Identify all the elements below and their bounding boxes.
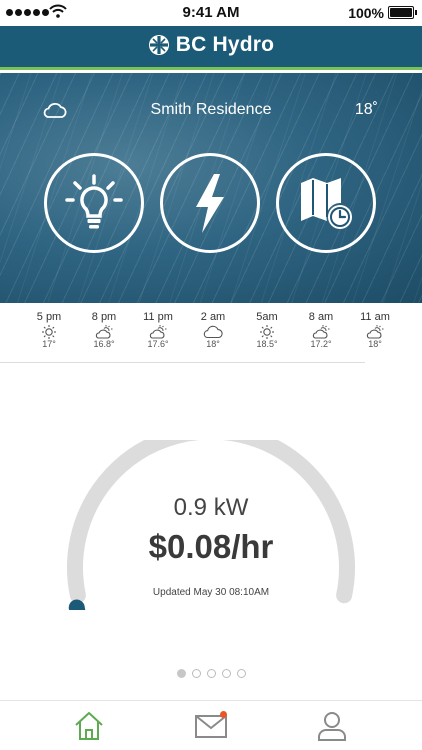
forecast-temp: 18° [368, 339, 382, 349]
lighting-button[interactable] [44, 153, 144, 253]
updated-timestamp: Updated May 30 08:10AM [152, 587, 270, 598]
page-dot-active[interactable] [176, 669, 186, 678]
forecast-item: 8 am 17.2° [296, 311, 346, 349]
tab-messages[interactable] [194, 709, 228, 743]
outage-map-button[interactable] [276, 153, 376, 253]
power-button[interactable] [160, 153, 260, 253]
tab-profile[interactable] [315, 709, 349, 743]
lightning-bolt-icon [196, 174, 224, 233]
profile-icon [318, 712, 346, 741]
home-icon [75, 712, 103, 740]
current-temperature: 18˚ [354, 101, 378, 118]
forecast-temp: 17° [42, 339, 56, 349]
page-indicator [0, 669, 422, 678]
forecast-time: 5 pm [36, 311, 62, 323]
forecast-item: 5 pm 17° [24, 311, 74, 349]
cost-per-hour: $0.08/hr [148, 528, 274, 565]
bc-hydro-logo-icon [148, 35, 169, 55]
forecast-temp: 18° [206, 339, 220, 349]
partly-cloudy-icon [312, 325, 330, 339]
gauge-arc [67, 440, 355, 610]
partly-cloudy-icon [149, 325, 167, 339]
hourly-forecast: 5 pm 17° 8 pm 16.8° 11 pm 17.6° 2 am 18° [0, 303, 422, 365]
lightbulb-icon [65, 174, 123, 229]
tab-home[interactable] [72, 709, 106, 743]
forecast-divider [0, 362, 365, 363]
forecast-time: 5am [256, 311, 278, 323]
partly-cloudy-icon [366, 325, 384, 339]
gauge-fill [68, 599, 86, 610]
sun-icon [260, 325, 274, 339]
forecast-temp: 16.8° [93, 339, 115, 349]
hero-weather-panel: Smith Residence 18˚ [0, 73, 422, 303]
forecast-time: 2 am [200, 311, 226, 323]
forecast-time: 11 am [360, 311, 390, 323]
sun-icon [42, 325, 56, 339]
page-dot[interactable] [191, 669, 201, 678]
power-reading: 0.9 kW [173, 494, 249, 521]
notification-badge [220, 711, 227, 718]
forecast-temp: 17.2° [310, 339, 332, 349]
tab-bar [0, 700, 422, 750]
forecast-item: 5am 18.5° [242, 311, 292, 349]
brand-logo: BC Hydro [0, 33, 422, 57]
cloud-icon [203, 325, 223, 339]
status-bar: 9:41 AM 100% [0, 0, 422, 26]
forecast-item: 2 am 18° [188, 311, 238, 349]
forecast-time: 8 pm [91, 311, 117, 323]
forecast-temp: 18.5° [256, 339, 278, 349]
forecast-time: 11 pm [143, 311, 173, 323]
battery-icon [388, 6, 417, 19]
map-clock-icon [301, 178, 352, 229]
forecast-time: 8 am [308, 311, 334, 323]
page-dot[interactable] [236, 669, 246, 678]
partly-cloudy-icon [95, 325, 113, 339]
app-header: BC Hydro [0, 26, 422, 70]
page-dot[interactable] [206, 669, 216, 678]
forecast-item: 11 am 18° [350, 311, 400, 349]
usage-gauge: 0.9 kW $0.08/hr Updated May 30 08:10AM [0, 440, 422, 610]
brand-name: BC Hydro [175, 33, 275, 56]
page-dot[interactable] [221, 669, 231, 678]
forecast-item: 8 pm 16.8° [79, 311, 129, 349]
forecast-temp: 17.6° [147, 339, 169, 349]
forecast-item: 11 pm 17.6° [133, 311, 183, 349]
battery-percent: 100% [348, 5, 384, 21]
